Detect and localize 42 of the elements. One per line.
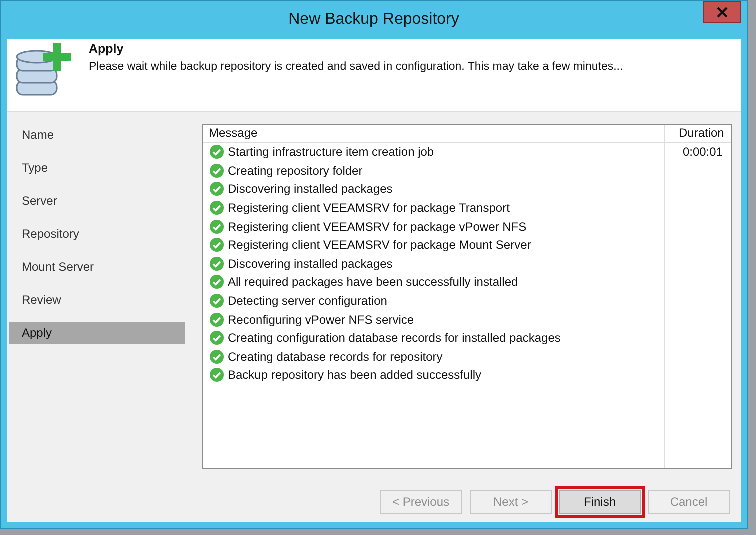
sidebar-item[interactable]: Type [9, 157, 185, 179]
log-message: Backup repository has been added successfully [228, 368, 482, 382]
log-message: Registering client VEEAMSRV for package vPower NFS [228, 220, 527, 234]
log-message: Creating configuration database records for installed packages [228, 331, 561, 346]
log-message: All required packages have been successfully installed [228, 275, 518, 290]
success-check-icon [210, 256, 224, 271]
log-message: Discovering installed packages [228, 256, 393, 271]
duration-text: 0:00:01 [682, 145, 723, 160]
window-title: New Backup Repository [288, 11, 460, 29]
log-message: Detecting server configuration [228, 294, 388, 308]
success-check-icon [210, 350, 224, 364]
success-check-icon [210, 331, 224, 346]
close-button[interactable] [703, 1, 741, 23]
log-message: Discovering installed packages [228, 182, 393, 196]
log-message: Starting infrastructure item creation job [228, 145, 434, 160]
column-header[interactable]: Message [203, 125, 665, 142]
success-check-icon [210, 145, 224, 160]
success-check-icon [210, 182, 224, 196]
log-message: Creating database records for repository [228, 350, 443, 364]
sidebar-item[interactable]: Review [9, 289, 185, 311]
step-title: Apply [89, 42, 125, 56]
log-message: Reconfiguring vPower NFS service [228, 312, 414, 327]
step-description: Please wait while backup repository is created and saved in configuration. This may take a few minutes... [89, 61, 624, 73]
sidebar-item[interactable]: Name [9, 124, 185, 146]
success-check-icon [210, 275, 224, 290]
success-check-icon [210, 201, 224, 216]
sidebar-item[interactable]: Mount Server [9, 256, 185, 278]
close-icon [716, 6, 728, 18]
success-check-icon [210, 220, 224, 234]
column-header[interactable]: Duration [665, 125, 731, 142]
log-message: Registering client VEEAMSRV for package Transport [228, 201, 510, 216]
success-check-icon [210, 294, 224, 308]
log-message: Registering client VEEAMSRV for package Mount Server [228, 238, 532, 252]
sidebar-item[interactable]: Apply [9, 322, 185, 344]
success-check-icon [210, 312, 224, 327]
sidebar-item[interactable]: Server [9, 190, 185, 212]
log-message: Creating repository folder [228, 164, 363, 178]
success-check-icon [210, 238, 224, 252]
sidebar-item[interactable]: Repository [9, 223, 185, 245]
success-check-icon [210, 164, 224, 178]
wizard-button[interactable]: Finish [559, 490, 641, 514]
success-check-icon [210, 368, 224, 382]
